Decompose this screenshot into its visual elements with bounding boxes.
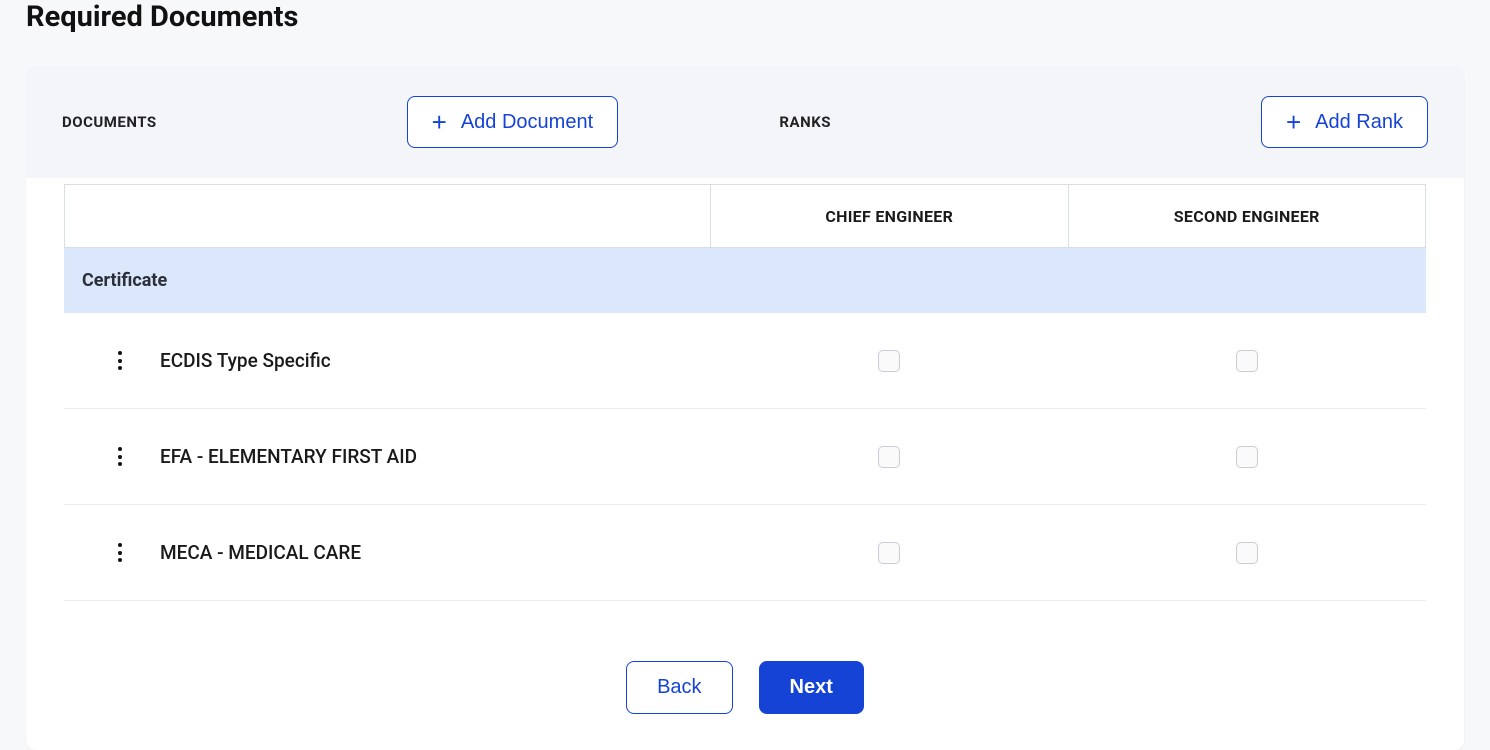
more-vertical-icon[interactable] <box>112 441 128 472</box>
rank-column-header: SECOND ENGINEER <box>1069 185 1426 247</box>
checkbox-chief-engineer[interactable] <box>878 350 900 372</box>
add-rank-label: Add Rank <box>1315 111 1403 134</box>
rank-column-header: CHIEF ENGINEER <box>711 185 1069 247</box>
footer-actions: Back Next <box>64 661 1426 714</box>
toolbar: DOCUMENTS + Add Document RANKS + Add Ran… <box>26 66 1464 178</box>
table-row: EFA - ELEMENTARY FIRST AID <box>64 409 1426 505</box>
document-name: ECDIS Type Specific <box>160 349 331 372</box>
document-name: EFA - ELEMENTARY FIRST AID <box>160 445 417 468</box>
table-row: MECA - MEDICAL CARE <box>64 505 1426 601</box>
checkbox-second-engineer[interactable] <box>1236 446 1258 468</box>
checkbox-second-engineer[interactable] <box>1236 350 1258 372</box>
add-rank-button[interactable]: + Add Rank <box>1261 96 1428 148</box>
plus-icon: + <box>432 109 447 135</box>
documents-heading: DOCUMENTS <box>62 113 157 131</box>
checkbox-second-engineer[interactable] <box>1236 542 1258 564</box>
documents-card: DOCUMENTS + Add Document RANKS + Add Ran… <box>26 66 1464 750</box>
back-button[interactable]: Back <box>626 661 732 714</box>
next-button[interactable]: Next <box>759 661 864 714</box>
ranks-heading: RANKS <box>779 113 831 131</box>
add-document-label: Add Document <box>461 111 593 134</box>
checkbox-chief-engineer[interactable] <box>878 542 900 564</box>
documents-table: CHIEF ENGINEER SECOND ENGINEER Certifica… <box>64 184 1426 601</box>
page-title: Required Documents <box>26 0 1464 34</box>
table-row: ECDIS Type Specific <box>64 313 1426 409</box>
more-vertical-icon[interactable] <box>112 537 128 568</box>
document-name: MECA - MEDICAL CARE <box>160 541 361 564</box>
section-certificate: Certificate <box>64 248 1426 313</box>
checkbox-chief-engineer[interactable] <box>878 446 900 468</box>
more-vertical-icon[interactable] <box>112 345 128 376</box>
add-document-button[interactable]: + Add Document <box>407 96 618 148</box>
table-header-row: CHIEF ENGINEER SECOND ENGINEER <box>64 184 1426 248</box>
plus-icon: + <box>1286 109 1301 135</box>
table-header-blank <box>65 185 711 247</box>
